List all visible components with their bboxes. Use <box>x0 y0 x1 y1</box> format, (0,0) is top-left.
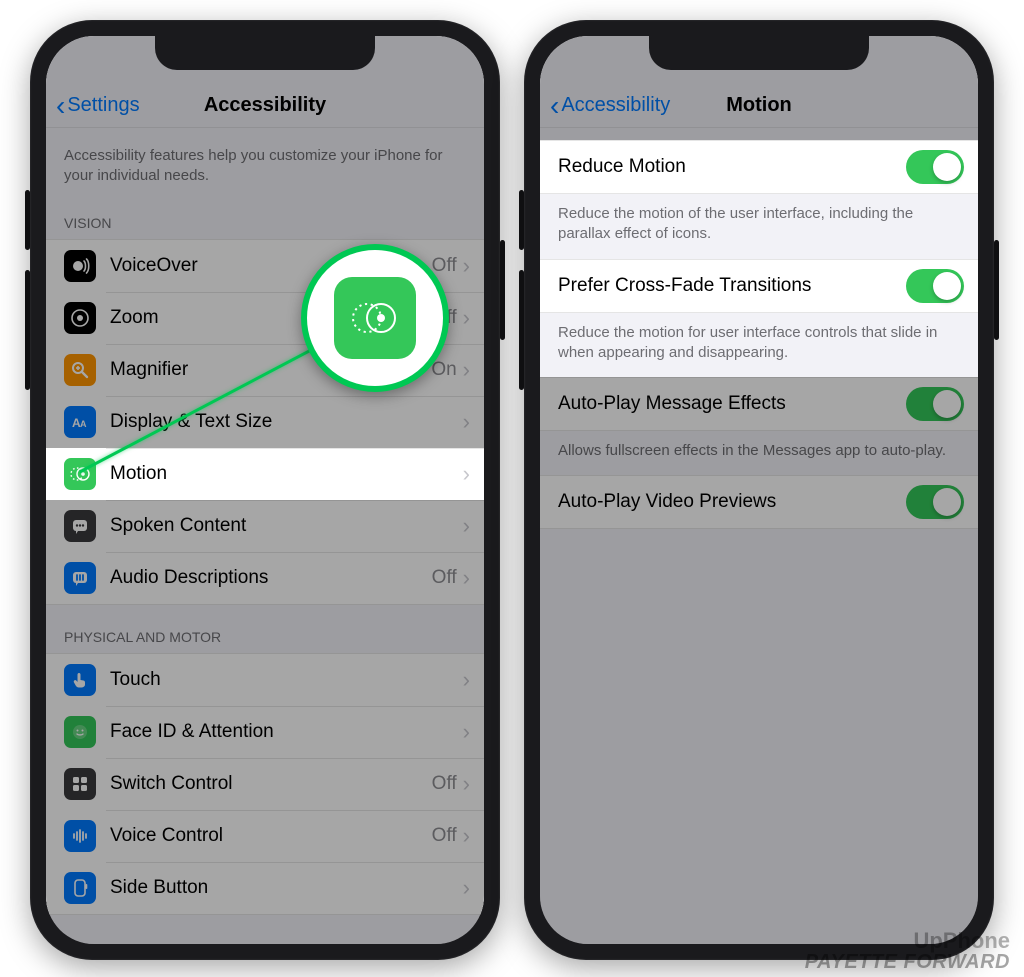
svg-text:A: A <box>80 419 87 429</box>
settings-row-audio-descriptions[interactable]: Audio DescriptionsOff › <box>46 552 484 604</box>
row-value: Off <box>432 567 457 589</box>
motion-icon-large <box>334 277 416 359</box>
chevron-right-icon: › <box>463 513 470 539</box>
section-header-motor: PHYSICAL AND MOTOR <box>46 605 484 653</box>
settings-row-reduce-motion[interactable]: Reduce Motion <box>540 141 978 193</box>
display-text-icon: AA <box>64 406 96 438</box>
chevron-right-icon: › <box>463 461 470 487</box>
chevron-right-icon: › <box>463 771 470 797</box>
row-label: Reduce Motion <box>558 156 906 178</box>
side-button-icon <box>64 872 96 904</box>
page-title: Accessibility <box>204 94 326 117</box>
settings-row-spoken-content[interactable]: Spoken Content › <box>46 500 484 552</box>
toggle-switch[interactable] <box>906 269 964 303</box>
intro-text: Accessibility features help you customiz… <box>46 128 484 191</box>
back-label: Settings <box>67 94 139 117</box>
spoken-content-icon <box>64 510 96 542</box>
faceid-icon <box>64 716 96 748</box>
chevron-left-icon: ‹ <box>56 96 65 116</box>
row-value: Off <box>432 255 457 277</box>
chevron-right-icon: › <box>463 409 470 435</box>
toggle-switch[interactable] <box>906 485 964 519</box>
magnifier-icon <box>64 354 96 386</box>
row-value: On <box>431 359 456 381</box>
chevron-right-icon: › <box>463 253 470 279</box>
phone-mockup-left: ‹ Settings Accessibility Accessibility f… <box>30 20 500 960</box>
notch <box>155 36 375 70</box>
row-label: Spoken Content <box>110 515 457 537</box>
notch <box>649 36 869 70</box>
settings-row-auto-play-video-previews[interactable]: Auto-Play Video Previews <box>540 476 978 528</box>
settings-row-face-id-attention[interactable]: Face ID & Attention › <box>46 706 484 758</box>
switch-control-icon <box>64 768 96 800</box>
row-label: Prefer Cross-Fade Transitions <box>558 275 906 297</box>
chevron-left-icon: ‹ <box>550 96 559 116</box>
row-label: Auto-Play Video Previews <box>558 491 906 513</box>
row-footer: Reduce the motion of the user interface,… <box>540 194 978 259</box>
page-title: Motion <box>726 94 792 117</box>
toggle-switch[interactable] <box>906 150 964 184</box>
row-label: Voice Control <box>110 825 432 847</box>
settings-row-side-button[interactable]: Side Button › <box>46 862 484 914</box>
settings-row-switch-control[interactable]: Switch ControlOff › <box>46 758 484 810</box>
phone-mockup-right: ‹ Accessibility Motion Reduce Motion Redu… <box>524 20 994 960</box>
settings-row-voice-control[interactable]: Voice ControlOff › <box>46 810 484 862</box>
row-label: Switch Control <box>110 773 432 795</box>
screen-motion: ‹ Accessibility Motion Reduce Motion Redu… <box>540 36 978 944</box>
callout-circle <box>301 244 449 392</box>
chevron-right-icon: › <box>463 875 470 901</box>
settings-row-touch[interactable]: Touch › <box>46 654 484 706</box>
voice-control-icon <box>64 820 96 852</box>
row-value: Off <box>432 773 457 795</box>
back-button[interactable]: ‹ Accessibility <box>550 94 670 117</box>
chevron-right-icon: › <box>463 357 470 383</box>
row-value: Off <box>432 825 457 847</box>
chevron-right-icon: › <box>463 823 470 849</box>
row-label: Auto-Play Message Effects <box>558 393 906 415</box>
row-label: Motion <box>110 463 457 485</box>
chevron-right-icon: › <box>463 667 470 693</box>
row-footer: Reduce the motion for user interface con… <box>540 313 978 378</box>
settings-row-auto-play-message-effects[interactable]: Auto-Play Message Effects <box>540 378 978 430</box>
settings-row-display-text-size[interactable]: AADisplay & Text Size› <box>46 396 484 448</box>
watermark: UpPhone PAYETTE FORWARD <box>805 929 1010 973</box>
audio-descriptions-icon <box>64 562 96 594</box>
touch-icon <box>64 664 96 696</box>
settings-row-prefer-cross-fade-transitions[interactable]: Prefer Cross-Fade Transitions <box>540 260 978 312</box>
row-label: Audio Descriptions <box>110 567 432 589</box>
voiceover-icon <box>64 250 96 282</box>
chevron-right-icon: › <box>463 305 470 331</box>
zoom-icon <box>64 302 96 334</box>
row-footer: Allows fullscreen effects in the Message… <box>540 431 978 475</box>
back-label: Accessibility <box>561 94 670 117</box>
row-label: Side Button <box>110 877 457 899</box>
chevron-right-icon: › <box>463 719 470 745</box>
back-button[interactable]: ‹ Settings <box>56 94 140 117</box>
section-header-vision: VISION <box>46 191 484 239</box>
toggle-switch[interactable] <box>906 387 964 421</box>
chevron-right-icon: › <box>463 565 470 591</box>
screen-accessibility: ‹ Settings Accessibility Accessibility f… <box>46 36 484 944</box>
row-label: Face ID & Attention <box>110 721 457 743</box>
row-label: Touch <box>110 669 457 691</box>
